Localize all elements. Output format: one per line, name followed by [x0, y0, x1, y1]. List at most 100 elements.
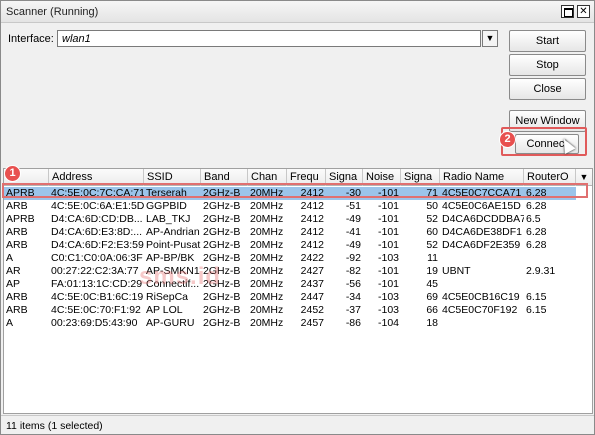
table-cell: 6.15 [526, 304, 547, 316]
table-cell: -56 [345, 278, 361, 290]
table-cell: AP-Andrian [146, 226, 200, 238]
table-cell: -86 [345, 317, 361, 329]
step-marker-1: 1 [4, 165, 21, 182]
table-cell [440, 317, 524, 330]
title-bar[interactable]: Scanner (Running) ✕ [1, 1, 594, 23]
table-row[interactable]: ARB D4:CA:6D:E3:8D:... AP-Andrian 2GHz-B 20M… [4, 226, 576, 239]
table-cell: 4C:5E:0C:B1:6C:19 [51, 291, 144, 303]
table-row[interactable]: AP FA:01:13:1C:CD:29 Connectif... 2GHz-B 20M… [4, 278, 576, 291]
table-cell: APRB [6, 213, 35, 225]
selected-row-highlight-box [2, 183, 588, 198]
table-cell: LAB_TKJ [146, 213, 191, 225]
table-cell: D4:CA:6D:CD:DB... [51, 213, 143, 225]
status-text: 11 items (1 selected) [6, 420, 103, 432]
table-cell: 6.28 [526, 200, 547, 212]
table-cell: 6.15 [526, 291, 547, 303]
table-cell: 2GHz-B [203, 239, 241, 251]
table-cell: -37 [345, 304, 361, 316]
table-row[interactable]: APRB D4:CA:6D:CD:DB... LAB_TKJ 2GHz-B 20MHz 2… [4, 213, 576, 226]
table-cell: -34 [345, 291, 361, 303]
table-cell: ARB [6, 304, 28, 316]
table-cell: 4C5E0C70F192 [442, 304, 518, 316]
table-cell: A [6, 317, 14, 329]
table-cell: -101 [377, 239, 399, 251]
table-cell: 20MHz [250, 317, 284, 329]
table-row[interactable]: ARB D4:CA:6D:F2:E3:59 Point-Pusat 2GHz-B 20M… [4, 239, 576, 252]
table-cell: 52 [426, 239, 438, 251]
table-cell: AR [6, 265, 21, 277]
close-icon[interactable]: ✕ [577, 5, 590, 18]
table-row[interactable]: A 00:23:69:D5:43:90 AP-GURU 2GHz-B 20MHz 2457… [4, 317, 576, 330]
stop-button[interactable]: Stop [509, 54, 586, 76]
table-cell: 20MHz [250, 291, 284, 303]
table-cell: 11 [427, 252, 438, 264]
table-cell: UBNT [442, 265, 471, 277]
table-cell: 20MHz [250, 252, 284, 264]
table-cell: 4C5E0CB16C19 [442, 291, 520, 303]
table-cell: 4C5E0C6AE15D [442, 200, 521, 212]
close-button[interactable]: Close [509, 78, 586, 100]
table-cell: ARB [6, 291, 28, 303]
table-cell [440, 252, 524, 265]
table-cell: 20MHz [250, 200, 284, 212]
table-cell: -103 [377, 291, 399, 303]
dropdown-arrow-icon[interactable]: ▼ [482, 30, 498, 47]
table-cell: -82 [345, 265, 361, 277]
table-cell: 60 [426, 226, 438, 238]
table-cell: 20MHz [250, 278, 284, 290]
table-cell: D4CA6DE38DF1 [442, 226, 522, 238]
table-cell: 2412 [300, 200, 324, 212]
table-cell: 20MHz [250, 304, 284, 316]
table-cell: 19 [426, 265, 438, 277]
table-cell: -101 [377, 213, 399, 225]
table-cell: -92 [345, 252, 361, 264]
table-cell: -51 [345, 200, 361, 212]
interface-select[interactable]: wlan1 [57, 30, 481, 47]
table-cell: 00:23:69:D5:43:90 [51, 317, 138, 329]
table-cell: 2GHz-B [203, 200, 241, 212]
table-row[interactable]: A C0:C1:C0:0A:06:3F AP-BP/BK 2GHz-B 20MHz 242… [4, 252, 576, 265]
table-cell: GGPBID [146, 200, 187, 212]
table-cell: 2447 [300, 291, 324, 303]
table-cell: ARB [6, 200, 28, 212]
table-cell: 52 [426, 213, 438, 225]
table-cell: 18 [426, 317, 438, 329]
table-cell: 2GHz-B [203, 213, 241, 225]
table-cell: ARB [6, 239, 28, 251]
table-row[interactable]: ARB 4C:5E:0C:70:F1:92 AP LOL 2GHz-B 20MHz 245… [4, 304, 576, 317]
maximize-icon[interactable] [561, 5, 574, 18]
window-title: Scanner (Running) [6, 6, 99, 18]
status-bar: 11 items (1 selected) [1, 415, 594, 434]
scanner-window: Scanner (Running) ✕ Interface: wlan1 ▼ S… [0, 0, 595, 435]
table-cell: 00:27:22:C2:3A:77 [51, 265, 139, 277]
table-row[interactable]: AR 00:27:22:C2:3A:77 AP-SMKN1 2GHz-B 20MHz 24… [4, 265, 576, 278]
table-cell: 2GHz-B [203, 304, 241, 316]
table-cell: 4C:5E:0C:70:F1:92 [51, 304, 141, 316]
table-cell: 4C:5E:0C:6A:E1:5D [51, 200, 144, 212]
table-cell: 20MHz [250, 213, 284, 225]
table-cell: A [6, 252, 14, 264]
table-cell: D4:CA:6D:F2:E3:59 [51, 239, 144, 251]
table-cell: 2GHz-B [203, 291, 241, 303]
table-cell: RiSepCa [146, 291, 189, 303]
table-cell: -103 [377, 304, 399, 316]
table-cell: 50 [426, 200, 438, 212]
table-cell [524, 317, 576, 330]
table-row[interactable]: ARB 4C:5E:0C:6A:E1:5D GGPBID 2GHz-B 20MHz 241… [4, 200, 576, 213]
table-cell: C0:C1:C0:0A:06:3F [51, 252, 143, 264]
table-cell: -41 [345, 226, 361, 238]
table-cell: 2412 [300, 239, 324, 251]
table-row[interactable]: ARB 4C:5E:0C:B1:6C:19 RiSepCa 2GHz-B 20MHz 24… [4, 291, 576, 304]
interface-label: Interface: [8, 33, 54, 45]
table-cell: D4:CA:6D:E3:8D:... [51, 226, 143, 238]
table-cell: Point-Pusat [146, 239, 201, 251]
table-cell: 2GHz-B [203, 317, 241, 329]
table-cell: 6.28 [526, 239, 547, 251]
table-cell: -101 [377, 278, 399, 290]
table-cell: 2GHz-B [203, 226, 241, 238]
table-cell [524, 278, 576, 291]
table-cell: FA:01:13:1C:CD:29 [51, 278, 143, 290]
table-cell: AP [6, 278, 21, 290]
start-button[interactable]: Start [509, 30, 586, 52]
table-cell: 2427 [300, 265, 324, 277]
